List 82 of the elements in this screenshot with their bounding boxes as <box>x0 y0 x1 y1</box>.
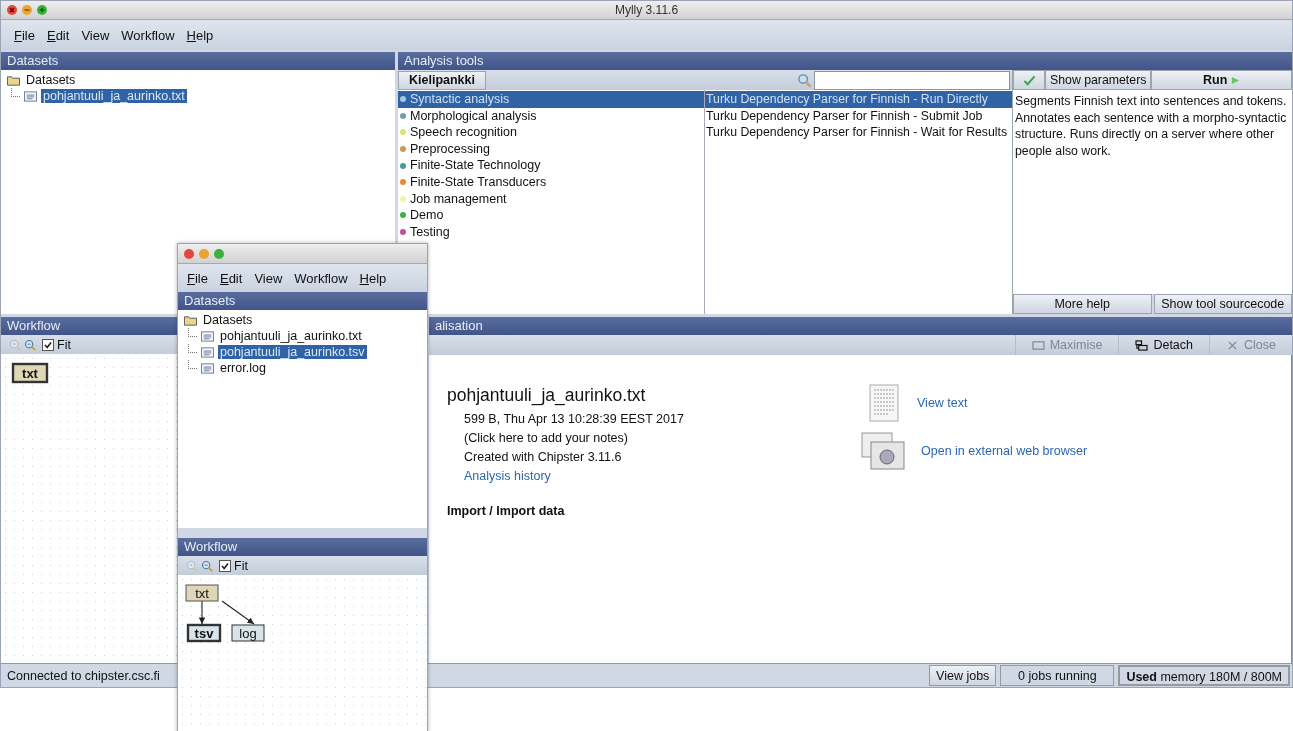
category-item[interactable]: Syntactic analysis <box>398 91 704 108</box>
data-node[interactable]: log <box>231 624 265 642</box>
menu-item[interactable]: View <box>80 25 111 45</box>
connector-arrow <box>198 600 206 625</box>
close-button[interactable] <box>7 5 17 15</box>
visualisation-link[interactable]: Open in external web browser <box>921 444 1088 458</box>
panel-title: Analysis tools <box>398 52 1292 70</box>
file-icon <box>201 362 214 374</box>
category-item[interactable]: Preprocessing <box>398 140 704 158</box>
detach-icon <box>1135 339 1149 351</box>
analysis-history-link[interactable]: Analysis history <box>447 467 551 486</box>
file-icon <box>201 346 214 358</box>
tool-item[interactable]: Turku Dependency Parser for Finnish - Submit Job <box>705 107 1012 125</box>
tool-description: Segments Finnish text into sentences and tokens. Annotates each sentence with a morpho-syntactic structure. Runs directly on a server where other people also work. <box>1014 93 1288 160</box>
panel-title: Datasets <box>178 292 427 310</box>
text-document-icon <box>867 384 901 422</box>
panel-title: Datasets <box>1 52 395 70</box>
maximize-button[interactable] <box>37 5 47 15</box>
tree-item[interactable]: Datasets <box>24 73 78 87</box>
category-item[interactable]: Finite-State Transducers <box>398 173 704 191</box>
run-button[interactable]: Run <box>1151 70 1292 90</box>
browser-window-icon <box>861 432 905 470</box>
file-detail: (Click here to add your notes) <box>463 430 628 447</box>
file-icon <box>201 330 214 342</box>
plus-icon <box>37 5 47 15</box>
menu-item[interactable]: Help <box>185 25 215 45</box>
close-icon <box>7 5 17 15</box>
file-name: pohjantuuli_ja_aurinko.txt <box>447 385 646 406</box>
more-help-button[interactable]: More help <box>1013 294 1152 314</box>
menu-item[interactable]: File <box>186 268 209 288</box>
file-icon <box>24 90 37 102</box>
operation-title: Import / Import data <box>447 504 565 518</box>
panel-title: Workflow <box>178 538 427 556</box>
file-detail: 599 B, Thu Apr 13 10:28:39 EEST 2017 <box>463 411 684 428</box>
window-title: Mylly 3.11.6 <box>614 3 679 17</box>
jobs-running: 0 jobs running <box>1000 665 1115 686</box>
panel-action-button[interactable]: Detach <box>1118 335 1210 355</box>
menu-item[interactable]: Edit <box>45 25 71 45</box>
category-item[interactable]: Demo <box>398 207 704 224</box>
zoom-out-icon[interactable] <box>24 338 36 351</box>
show-sourcecode-button[interactable]: Show tool sourcecode <box>1153 294 1292 314</box>
visualisation-link[interactable]: View text <box>917 396 968 410</box>
tree-item[interactable]: pohjantuuli_ja_aurinko.txt <box>41 89 187 103</box>
category-item[interactable]: Speech recognition <box>398 124 704 141</box>
fit-label: Fit <box>234 558 248 573</box>
connection-status: Connected to chipster.csc.fi <box>6 668 160 683</box>
tree-item[interactable]: pohjantuuli_ja_aurinko.tsv <box>218 345 367 359</box>
tool-item[interactable]: Turku Dependency Parser for Finnish - Run Directly <box>705 91 1012 108</box>
category-item[interactable]: Testing <box>398 223 704 241</box>
menu-item[interactable]: File <box>13 25 36 45</box>
fit-checkbox[interactable] <box>219 559 231 572</box>
fit-checkbox[interactable] <box>42 338 54 351</box>
tree-item[interactable]: error.log <box>218 361 268 375</box>
tool-item[interactable]: Turku Dependency Parser for Finnish - Wait for Results <box>705 124 1012 141</box>
fit-label: Fit <box>57 337 71 352</box>
minimize-button[interactable] <box>199 248 209 259</box>
menu-item[interactable]: View <box>253 268 284 288</box>
zoom-out-icon[interactable] <box>201 559 213 572</box>
show-parameters-button[interactable]: Show parameters <box>1045 70 1152 90</box>
minimize-button[interactable] <box>22 5 32 15</box>
window-icon <box>1031 339 1045 351</box>
data-node[interactable]: txt <box>11 362 49 384</box>
data-node[interactable]: txt <box>185 584 219 602</box>
menu-item[interactable]: Workflow <box>120 25 176 45</box>
module-button[interactable]: Kielipankki <box>398 70 486 90</box>
search-icon <box>797 72 812 88</box>
menu-item[interactable]: Help <box>358 268 388 288</box>
connector-arrow <box>221 600 255 625</box>
view-jobs-button[interactable]: View jobs <box>929 665 997 686</box>
category-item[interactable]: Finite-State Technology <box>398 157 704 174</box>
file-detail: Created with Chipster 3.11.6 <box>463 449 622 466</box>
maximize-button[interactable] <box>214 248 224 259</box>
data-node[interactable]: tsv <box>186 623 222 643</box>
category-item[interactable]: Job management <box>398 190 704 208</box>
search-field[interactable] <box>814 70 1010 90</box>
play-icon <box>1231 75 1241 85</box>
category-item[interactable]: Morphological analysis <box>398 107 704 125</box>
panel-title: alisation <box>429 317 1292 335</box>
menu-item[interactable]: Workflow <box>293 268 349 288</box>
folder-icon <box>7 74 20 86</box>
memory-usage: Used memory 180M / 800M <box>1118 665 1290 686</box>
menu-item[interactable]: Edit <box>218 268 244 288</box>
